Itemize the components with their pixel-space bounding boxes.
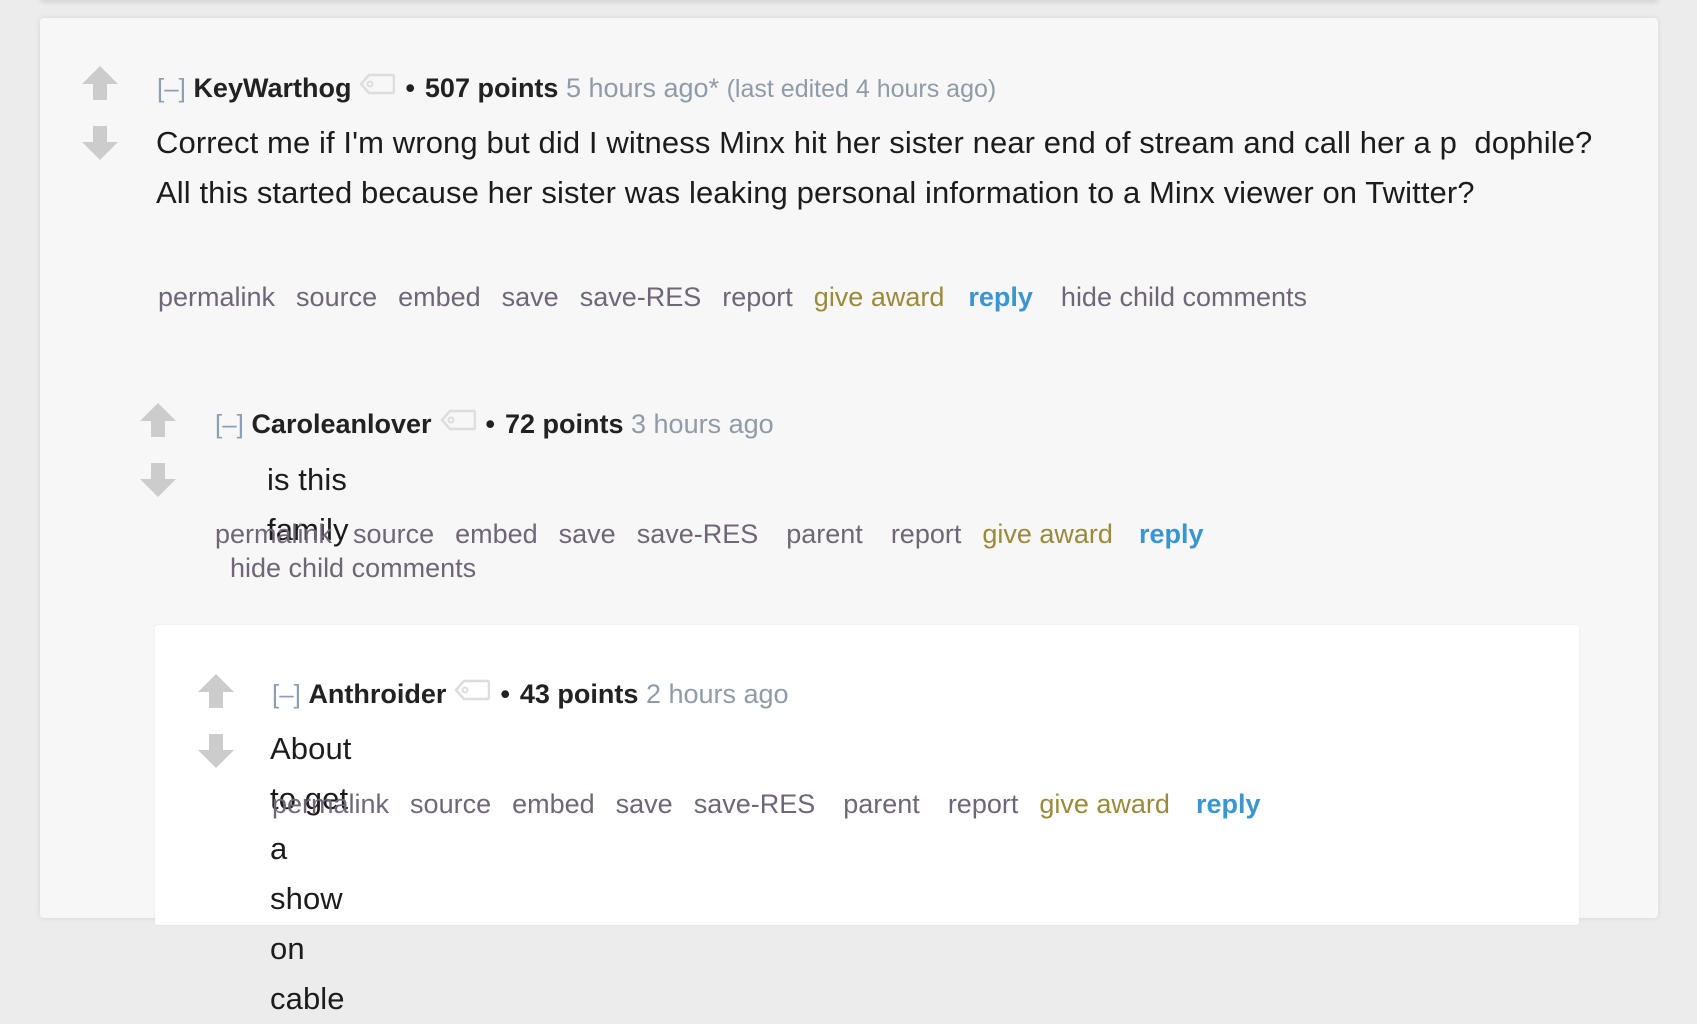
score: 72 points [504, 409, 624, 439]
score: 507 points [424, 73, 559, 103]
score: 43 points [519, 679, 639, 709]
author-link[interactable]: KeyWarthog [193, 73, 351, 103]
reply-link[interactable]: reply [1139, 519, 1204, 549]
tag-icon[interactable] [439, 406, 476, 438]
separator-bullet: • [485, 409, 495, 439]
tag-icon[interactable] [359, 70, 396, 102]
hide-child-comments-link[interactable]: hide child comments [1061, 282, 1307, 312]
upvote-button[interactable] [196, 672, 236, 710]
permalink-link[interactable]: permalink [215, 519, 332, 549]
embed-link[interactable]: embed [512, 789, 595, 819]
separator-bullet: • [405, 73, 415, 103]
collapse-toggle[interactable]: [–] [157, 73, 186, 103]
hide-child-comments-link[interactable]: hide child comments [230, 553, 476, 583]
permalink-link[interactable]: permalink [158, 282, 275, 312]
arrow-down-icon [198, 734, 234, 768]
comment-actions: permalink source embed save save-RES parent re… [215, 517, 1335, 585]
comment-body: About to get a show on cable [270, 731, 352, 1016]
upvote-button[interactable] [80, 64, 120, 102]
separator-bullet: • [500, 679, 510, 709]
edited-timestamp: (last edited 4 hours ago) [726, 75, 997, 103]
arrow-up-icon [198, 674, 234, 708]
comment-actions: permalink source embed save save-RES parent re… [272, 787, 1281, 821]
report-link[interactable]: report [891, 519, 962, 549]
arrow-down-icon [82, 126, 118, 160]
embed-link[interactable]: embed [455, 519, 538, 549]
author-link[interactable]: Caroleanlover [251, 409, 431, 439]
report-link[interactable]: report [948, 789, 1019, 819]
save-res-link[interactable]: save-RES [694, 789, 816, 819]
reply-link[interactable]: reply [968, 282, 1033, 312]
give-award-link[interactable]: give award [982, 519, 1113, 549]
arrow-up-icon [82, 66, 118, 100]
downvote-button[interactable] [196, 732, 236, 770]
source-link[interactable]: source [353, 519, 434, 549]
timestamp: 2 hours ago [645, 679, 789, 709]
arrow-down-icon [140, 463, 176, 497]
author-link[interactable]: Anthroider [308, 679, 446, 709]
embed-link[interactable]: embed [398, 282, 481, 312]
comment-tagline: [–] Anthroider • 43 points 2 hours ago [272, 676, 789, 710]
permalink-link[interactable]: permalink [272, 789, 389, 819]
downvote-button[interactable] [80, 124, 120, 162]
give-award-link[interactable]: give award [814, 282, 945, 312]
save-res-link[interactable]: save-RES [637, 519, 759, 549]
source-link[interactable]: source [296, 282, 377, 312]
give-award-link[interactable]: give award [1039, 789, 1170, 819]
save-link[interactable]: save [616, 789, 673, 819]
save-res-link[interactable]: save-RES [580, 282, 702, 312]
save-link[interactable]: save [502, 282, 559, 312]
upvote-button[interactable] [138, 401, 178, 439]
timestamp: 5 hours ago* [565, 73, 720, 103]
tag-icon[interactable] [454, 676, 491, 708]
save-link[interactable]: save [559, 519, 616, 549]
parent-link[interactable]: parent [786, 519, 863, 549]
parent-link[interactable]: parent [843, 789, 920, 819]
nested-comment-card [155, 625, 1579, 925]
report-link[interactable]: report [722, 282, 793, 312]
source-link[interactable]: source [410, 789, 491, 819]
collapse-toggle[interactable]: [–] [272, 679, 301, 709]
comment-tagline: [–] Caroleanlover • 72 points 3 hours ago [215, 406, 774, 440]
collapse-toggle[interactable]: [–] [215, 409, 244, 439]
comment-tagline: [–] KeyWarthog • 507 points 5 hours ago* (… [157, 70, 996, 105]
timestamp: 3 hours ago [631, 409, 774, 439]
reply-link[interactable]: reply [1196, 789, 1261, 819]
downvote-button[interactable] [138, 461, 178, 499]
comment-actions: permalink source embed save save-RES report gi… [158, 280, 1328, 314]
comment-body: Correct me if I'm wrong but did I witnes… [156, 125, 1593, 210]
arrow-up-icon [140, 403, 176, 437]
